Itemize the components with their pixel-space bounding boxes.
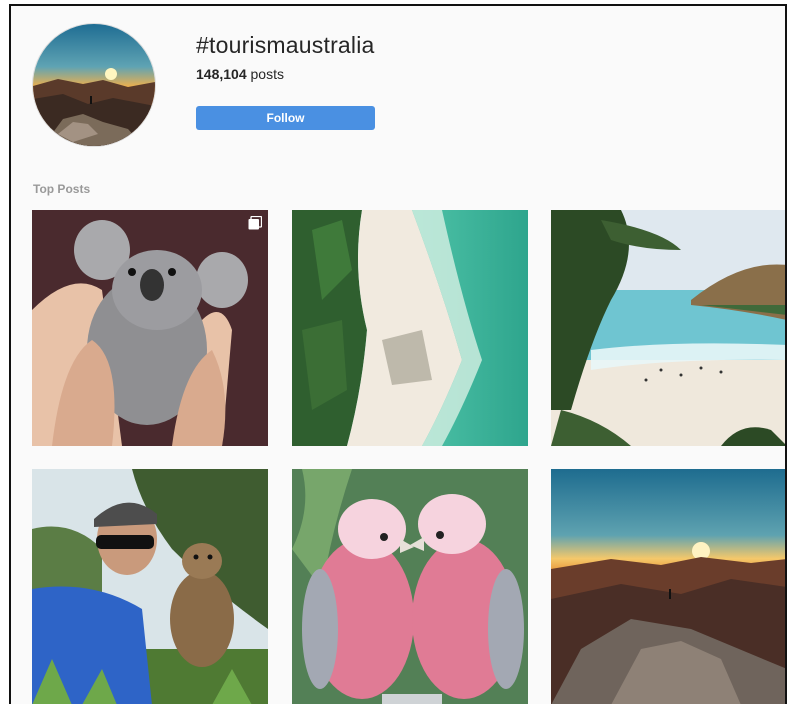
quokka-selfie-photo	[32, 469, 268, 704]
post-tile-beach-coast[interactable]	[551, 210, 785, 446]
mountain-sunset-photo	[551, 469, 785, 704]
post-count-value: 148,104	[196, 66, 247, 82]
hashtag-title: #tourismaustralia	[196, 32, 375, 58]
galah-parrots-photo	[292, 469, 528, 704]
post-tile-koala[interactable]	[32, 210, 268, 446]
koala-photo	[32, 210, 268, 446]
post-tile-quokka-selfie[interactable]	[32, 469, 268, 704]
hashtag-page: #tourismaustralia 148,104 posts Follow T…	[9, 4, 787, 704]
beach-coast-photo	[551, 210, 785, 446]
hashtag-avatar	[32, 23, 156, 147]
post-tile-aerial-beach[interactable]	[292, 210, 528, 446]
follow-button[interactable]: Follow	[196, 106, 375, 130]
top-posts-heading: Top Posts	[33, 182, 91, 196]
aerial-beach-photo	[292, 210, 528, 446]
post-count: 148,104 posts	[196, 66, 284, 82]
post-tile-galah-parrots[interactable]	[292, 469, 528, 704]
post-count-suffix: posts	[250, 66, 284, 82]
post-tile-mountain-sunset[interactable]	[551, 469, 785, 704]
multiple-photos-icon	[248, 216, 262, 230]
